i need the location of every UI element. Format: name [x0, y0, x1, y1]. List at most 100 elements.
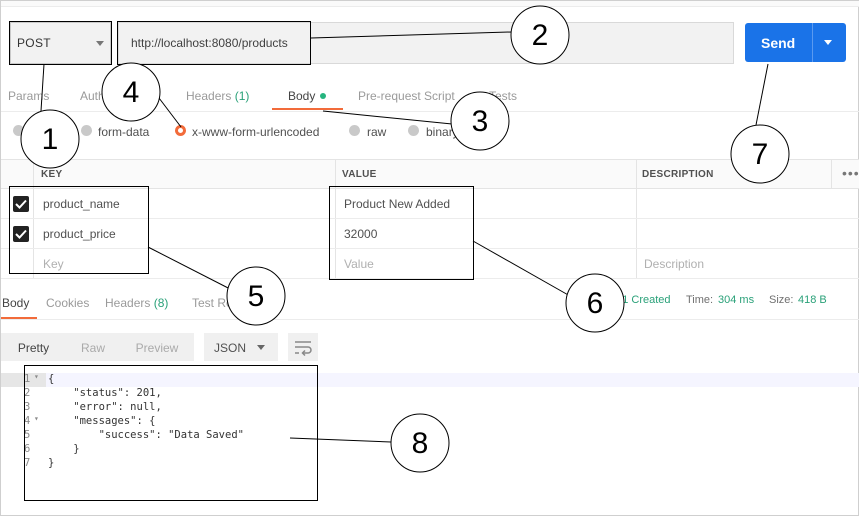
send-options-chevron-icon[interactable]: [824, 40, 832, 45]
line-number-row: 7: [1, 457, 46, 471]
format-select[interactable]: JSON: [204, 333, 278, 361]
method-label: POST: [17, 36, 51, 50]
size-number: 418 B: [798, 294, 827, 306]
row-key-input[interactable]: product_price: [43, 227, 116, 241]
tab-body[interactable]: Body: [288, 89, 327, 103]
row-checkbox[interactable]: [13, 226, 29, 242]
active-tab-underline: [272, 108, 343, 110]
code-line: "status": 201,: [48, 387, 162, 399]
wrap-lines-icon: [295, 341, 312, 357]
radio-urlencoded-label: x-www-form-urlencoded: [192, 125, 320, 139]
radio-form-data[interactable]: [81, 125, 92, 136]
url-text: http://localhost:8080/products: [131, 36, 288, 50]
tab-pre-request-label: Pre-request Script: [358, 89, 455, 103]
request-tabs: Params Authorization Headers (1) Body Pr…: [1, 84, 859, 110]
tab-tests[interactable]: Tests: [489, 89, 517, 103]
method-select[interactable]: POST: [10, 22, 111, 64]
table-header: KEY VALUE DESCRIPTION •••: [1, 159, 859, 189]
url-input[interactable]: http://localhost:8080/products: [118, 22, 734, 64]
radio-binary[interactable]: [408, 125, 419, 136]
tab-pre-request-script[interactable]: Pre-request Script: [358, 89, 455, 103]
col-divider: [831, 159, 832, 189]
postman-window: POST http://localhost:8080/products Send…: [0, 0, 859, 516]
wrap-lines-button[interactable]: [288, 333, 318, 361]
fold-arrow-icon[interactable]: ▾: [34, 414, 39, 423]
tab-params-label: Params: [8, 89, 50, 103]
row-key-input[interactable]: product_name: [43, 197, 120, 211]
response-tab-cookies[interactable]: Cookies: [46, 296, 89, 310]
new-value-input[interactable]: Value: [344, 257, 374, 271]
line-number: 3: [24, 401, 31, 413]
code-line: }: [48, 457, 55, 469]
body-indicator-dot: [320, 93, 327, 99]
row-checkbox[interactable]: [13, 196, 29, 212]
chevron-down-icon: [96, 41, 104, 46]
response-tab-body[interactable]: Body: [2, 296, 29, 310]
body-type-radios: none form-data x-www-form-urlencoded raw…: [1, 121, 859, 145]
header-description: DESCRIPTION: [642, 169, 714, 180]
response-tab-headers-label: Headers: [105, 296, 151, 310]
line-number: 2: [24, 387, 31, 399]
row-value-input[interactable]: Product New Added: [344, 197, 450, 211]
tab-tests-label: Tests: [489, 89, 518, 103]
line-number: 6: [24, 443, 31, 455]
line-number-row: 2: [1, 387, 46, 401]
header-value: VALUE: [342, 169, 377, 180]
format-label: JSON: [214, 341, 247, 355]
response-tab-headers-count: (8): [153, 296, 169, 310]
line-number-row: 5: [1, 429, 46, 443]
view-raw-button[interactable]: Raw: [66, 333, 120, 361]
status-label: Status:: [570, 294, 605, 306]
line-number: 5: [24, 429, 31, 441]
fold-arrow-icon[interactable]: ▾: [34, 372, 39, 381]
line-number-row: 6: [1, 443, 46, 457]
response-tab-test-results[interactable]: Test Results: [192, 296, 257, 310]
time-number: 304 ms: [718, 294, 755, 306]
line-number: 4: [24, 415, 31, 427]
code-line: {: [46, 373, 859, 387]
code-line: "success": "Data Saved": [48, 429, 244, 441]
radio-form-data-label: form-data: [98, 125, 150, 139]
top-edge: [1, 1, 859, 7]
radio-urlencoded[interactable]: [175, 125, 186, 136]
code-line: "error": null,: [48, 401, 162, 413]
response-divider: [1, 319, 859, 320]
header-key: KEY: [41, 169, 63, 180]
tab-headers[interactable]: Headers (1): [186, 89, 249, 103]
view-preview-button[interactable]: Preview: [120, 333, 194, 361]
line-number-row: 3: [1, 401, 46, 415]
code-line: "messages": {: [48, 415, 156, 427]
table-row-empty: Key Value Description: [1, 249, 859, 279]
radio-none[interactable]: [13, 125, 24, 136]
response-body-code[interactable]: 1 ▾ 2 3 4 ▾ 5 6 7 { "status": 201, "error"…: [1, 371, 859, 516]
line-number: 1: [24, 373, 31, 385]
response-tab-headers[interactable]: Headers (8): [105, 296, 168, 310]
radio-none-label: none: [31, 125, 58, 139]
view-pretty-button[interactable]: Pretty: [1, 333, 66, 361]
new-key-input[interactable]: Key: [43, 257, 64, 271]
tabs-divider: [1, 111, 859, 112]
line-number-row: 1 ▾: [1, 372, 46, 387]
status-code: 201 Created: [610, 294, 671, 306]
tab-authorization[interactable]: Authorization: [80, 89, 150, 103]
table-row: product_price 32000: [1, 219, 859, 249]
size-value: 418 B: [798, 294, 827, 306]
code-line: }: [48, 443, 80, 455]
line-gutter: 1 ▾ 2 3 4 ▾ 5 6 7: [1, 371, 46, 516]
more-options-icon[interactable]: •••: [842, 165, 859, 181]
line-number: 7: [24, 457, 31, 469]
tab-params[interactable]: Params: [8, 89, 49, 103]
new-description-input[interactable]: Description: [644, 257, 704, 271]
row-value-input[interactable]: 32000: [344, 227, 377, 241]
tab-headers-count: (1): [234, 89, 250, 103]
tab-body-label: Body: [288, 89, 316, 103]
tab-headers-label: Headers: [186, 89, 232, 103]
send-button[interactable]: Send: [745, 23, 846, 62]
response-tabs: Body Cookies Headers (8) Test Results St…: [1, 289, 859, 319]
radio-raw[interactable]: [349, 125, 360, 136]
line-number-row: 4 ▾: [1, 414, 46, 429]
status-value: 201 Created: [610, 294, 671, 306]
send-label: Send: [761, 35, 796, 51]
table-row: product_name Product New Added: [1, 189, 859, 219]
size-label: Size:: [769, 294, 794, 306]
